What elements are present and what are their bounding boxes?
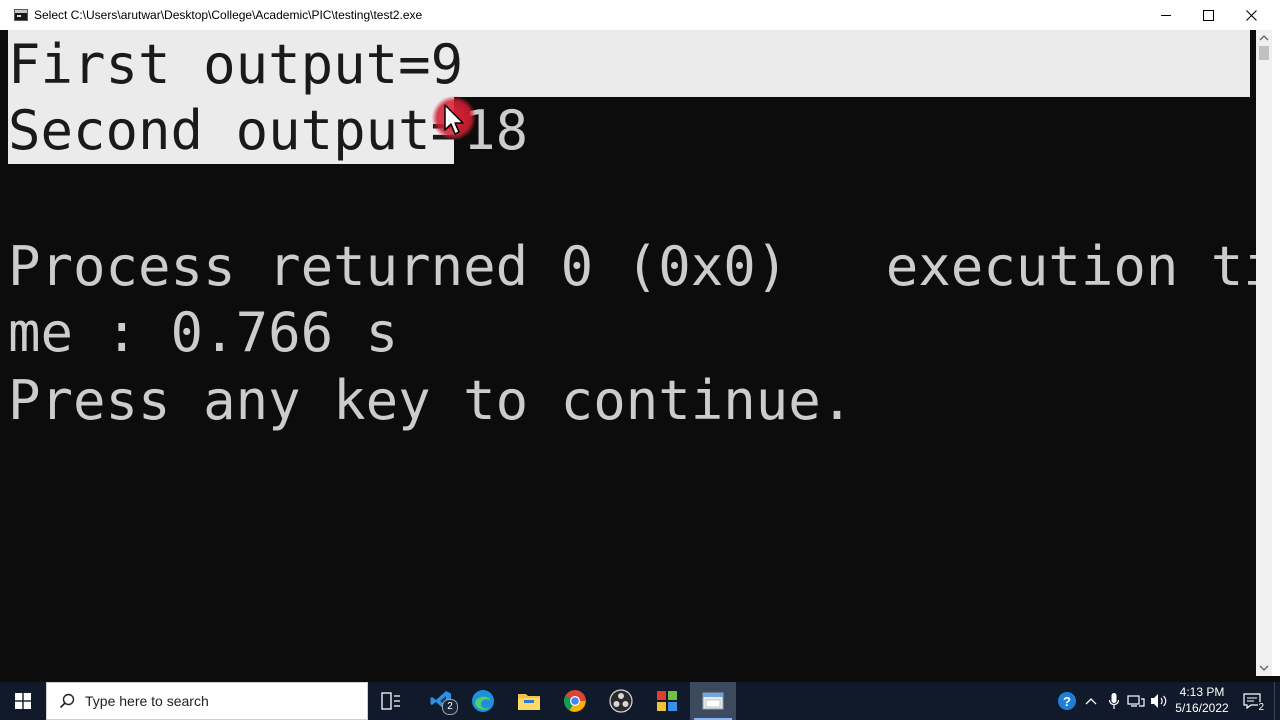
task-view-button[interactable] — [368, 682, 414, 720]
help-icon: ? — [1058, 692, 1076, 710]
console-window-icon — [702, 692, 724, 710]
edge-icon — [472, 690, 494, 712]
console-output[interactable]: First output=9 Second output=18 Process … — [8, 30, 1256, 676]
console-taskbar-app[interactable] — [690, 682, 736, 720]
obs-taskbar-app[interactable] — [598, 682, 644, 720]
console-line: Press any key to continue. — [8, 369, 854, 432]
scroll-thumb[interactable] — [1259, 46, 1269, 60]
console-line: me : 0.766 s — [8, 301, 399, 364]
network-tray-button[interactable] — [1126, 682, 1146, 720]
file-explorer-taskbar-app[interactable] — [506, 682, 552, 720]
taskbar-search[interactable]: Type here to search — [46, 682, 368, 720]
close-icon — [1245, 9, 1257, 21]
microphone-icon — [1108, 693, 1120, 709]
scroll-down-button[interactable] — [1256, 660, 1272, 676]
edge-taskbar-app[interactable] — [460, 682, 506, 720]
first-output-text: First output=9 — [8, 33, 464, 96]
windows-logo-icon — [15, 693, 31, 709]
svg-text:?: ? — [1063, 694, 1071, 709]
volume-icon — [1151, 694, 1167, 708]
help-tray-button[interactable]: ? — [1054, 682, 1080, 720]
minimize-button[interactable] — [1144, 0, 1188, 30]
chrome-icon — [564, 690, 586, 712]
minimize-icon — [1161, 14, 1171, 16]
chevron-up-icon — [1085, 698, 1097, 705]
window-title: Select C:\Users\arutwar\Desktop\College\… — [34, 8, 423, 22]
show-desktop-button[interactable] — [1274, 682, 1280, 720]
notification-count: 2 — [1258, 702, 1264, 714]
codeblocks-icon — [657, 691, 677, 711]
second-output-label: Second output= — [8, 99, 464, 162]
title-bar[interactable]: Select C:\Users\arutwar\Desktop\College\… — [0, 0, 1280, 30]
console-line: First output=9 — [8, 32, 463, 98]
maximize-icon — [1202, 9, 1214, 21]
taskbar-clock[interactable]: 4:13 PM 5/16/2022 — [1172, 684, 1232, 718]
show-hidden-icons-button[interactable] — [1082, 682, 1100, 720]
clock-time: 4:13 PM — [1179, 685, 1225, 699]
vertical-scrollbar[interactable] — [1256, 30, 1272, 676]
window-border — [1272, 30, 1280, 676]
taskbar: Type here to search 2 ? 4:13 PM 5/16/202… — [0, 682, 1280, 720]
microphone-tray-button[interactable] — [1104, 682, 1124, 720]
close-button[interactable] — [1229, 0, 1273, 30]
chevron-down-icon — [1259, 665, 1269, 671]
mouse-pointer-icon — [444, 104, 464, 135]
console-app-icon[interactable] — [14, 9, 28, 21]
search-icon — [59, 693, 75, 709]
scroll-up-button[interactable] — [1256, 30, 1272, 46]
maximize-button[interactable] — [1186, 0, 1230, 30]
vscode-taskbar-app[interactable]: 2 — [418, 682, 464, 720]
obs-icon — [609, 689, 633, 713]
task-view-icon — [381, 692, 400, 710]
vscode-window-count: 2 — [442, 699, 458, 715]
action-center-button[interactable]: 2 — [1238, 682, 1266, 720]
chrome-taskbar-app[interactable] — [552, 682, 598, 720]
search-placeholder: Type here to search — [85, 693, 209, 709]
console-line: Process returned 0 (0x0) execution ti — [8, 235, 1256, 298]
network-icon — [1127, 695, 1145, 707]
chevron-up-icon — [1259, 35, 1269, 41]
start-button[interactable] — [0, 682, 46, 720]
volume-tray-button[interactable] — [1148, 682, 1170, 720]
folder-icon — [518, 694, 540, 710]
codeblocks-taskbar-app[interactable] — [644, 682, 690, 720]
clock-date: 5/16/2022 — [1175, 701, 1229, 715]
